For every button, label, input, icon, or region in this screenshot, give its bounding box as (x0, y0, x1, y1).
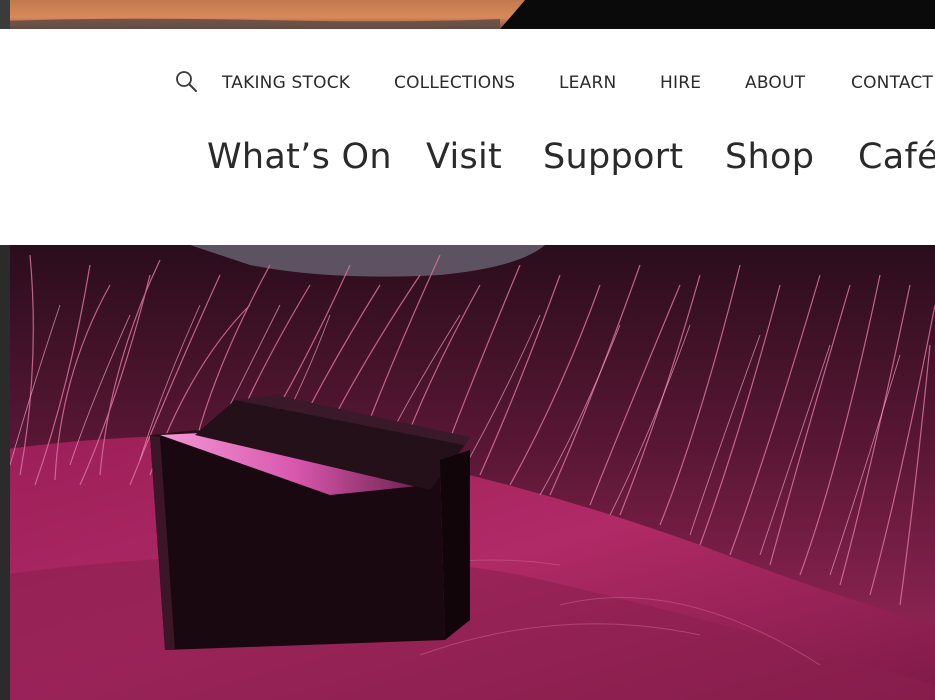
primary-nav: What’s On Visit Support Shop Café (0, 137, 935, 197)
nav-link-shop[interactable]: Shop (725, 137, 814, 177)
nav-link-hire[interactable]: HIRE (660, 73, 701, 93)
top-hero-image-strip (0, 0, 935, 29)
hero-image (0, 245, 935, 700)
nav-link-cafe[interactable]: Café (858, 137, 935, 177)
nav-link-collections[interactable]: COLLECTIONS (394, 73, 515, 93)
sunset-sky-image (0, 0, 935, 29)
nav-link-taking-stock[interactable]: TAKING STOCK (222, 73, 350, 93)
nav-link-contact[interactable]: CONTACT (851, 73, 933, 93)
nav-link-about[interactable]: ABOUT (745, 73, 805, 93)
hero-artwork-photo (0, 245, 935, 700)
secondary-nav: TAKING STOCK COLLECTIONS LEARN HIRE ABOU… (0, 29, 935, 139)
nav-link-whats-on[interactable]: What’s On (207, 137, 392, 177)
glowing-box (150, 395, 470, 650)
search-button[interactable] (173, 68, 199, 94)
site-header: TAKING STOCK COLLECTIONS LEARN HIRE ABOU… (0, 29, 935, 245)
nav-link-learn[interactable]: LEARN (559, 73, 616, 93)
nav-link-visit[interactable]: Visit (426, 137, 502, 177)
nav-link-support[interactable]: Support (543, 137, 683, 177)
search-icon (176, 71, 197, 92)
